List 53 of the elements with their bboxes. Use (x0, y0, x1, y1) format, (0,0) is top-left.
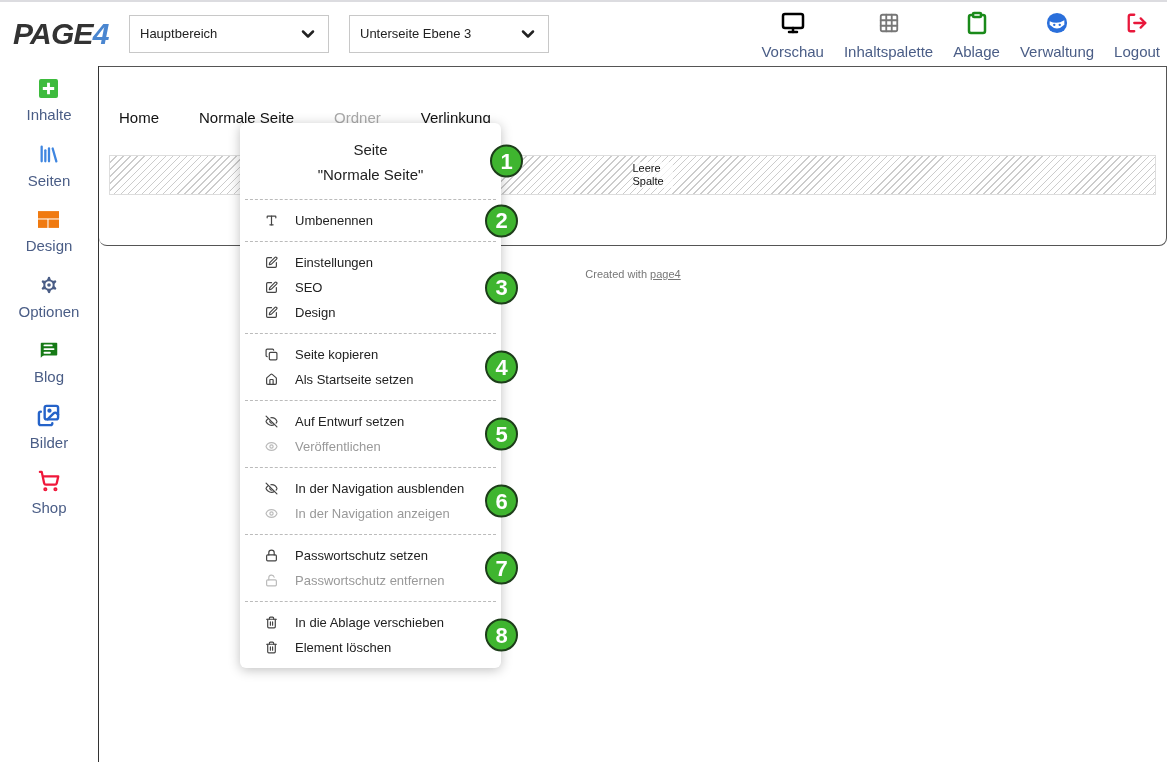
sidebar-item[interactable]: Inhalte (26, 76, 72, 127)
eye-slash-icon (265, 482, 278, 495)
edit-icon (265, 306, 278, 319)
cart-icon (38, 470, 60, 492)
trash-icon (265, 616, 278, 629)
step-badge: 6 (485, 484, 518, 518)
step-badge: 3 (485, 271, 518, 304)
menu-title: Seite (353, 140, 388, 160)
plus-icon (39, 78, 59, 98)
nav-link[interactable]: Home (119, 109, 159, 129)
dropdown[interactable]: Unterseite Ebene 3 (349, 15, 549, 53)
monitor-icon (780, 10, 805, 35)
face-icon (1046, 11, 1068, 34)
step-badge: 2 (485, 204, 518, 237)
trash-icon (265, 641, 278, 654)
unlock-icon (265, 574, 278, 587)
eye-icon (265, 440, 278, 453)
grid-icon (877, 11, 900, 34)
footer-credit: Created with page4 (584, 267, 682, 282)
footer-link[interactable]: page4 (650, 268, 681, 280)
sidebar-item[interactable]: Shop (31, 469, 67, 520)
toolbar-button[interactable]: Inhaltspalette (843, 10, 934, 64)
sidebar-item[interactable]: Seiten (27, 141, 71, 192)
sidebar-item[interactable]: Blog (34, 338, 64, 389)
edit-icon (265, 281, 278, 294)
logo[interactable]: PAGE4 (13, 19, 113, 49)
toolbar-button[interactable]: Ablage (953, 10, 1000, 64)
step-badge: 7 (485, 551, 518, 585)
copy-icon (265, 348, 278, 361)
step-badge: 4 (485, 350, 518, 384)
step-badge: 1 (490, 144, 523, 178)
edit-icon (265, 256, 278, 269)
lock-icon (265, 549, 278, 562)
sidebar-item[interactable]: Design (25, 207, 73, 258)
step-badge: 5 (485, 417, 518, 451)
comment-icon (38, 339, 60, 361)
empty-column-label: Leere Spalte (632, 162, 673, 188)
menu-subtitle: "Normale Seite" (317, 165, 424, 185)
dropdown[interactable]: Hauptbereich (129, 15, 329, 53)
toolbar-button[interactable]: Vorschau (761, 10, 824, 64)
eye-icon (265, 507, 278, 520)
toolbar-button[interactable]: Logout (1114, 10, 1160, 64)
settings-icon (38, 273, 60, 296)
toolbar-button[interactable]: Verwaltung (1019, 10, 1095, 64)
layout-icon (38, 210, 60, 228)
house-icon (265, 373, 278, 386)
letter-icon (265, 214, 278, 227)
sidebar-item[interactable]: Optionen (18, 272, 80, 323)
images-icon (37, 404, 61, 427)
step-badge: 8 (485, 618, 518, 652)
sidebar-item[interactable]: Bilder (29, 403, 69, 454)
logout-icon (1126, 11, 1149, 34)
eye-slash-icon (265, 415, 278, 428)
